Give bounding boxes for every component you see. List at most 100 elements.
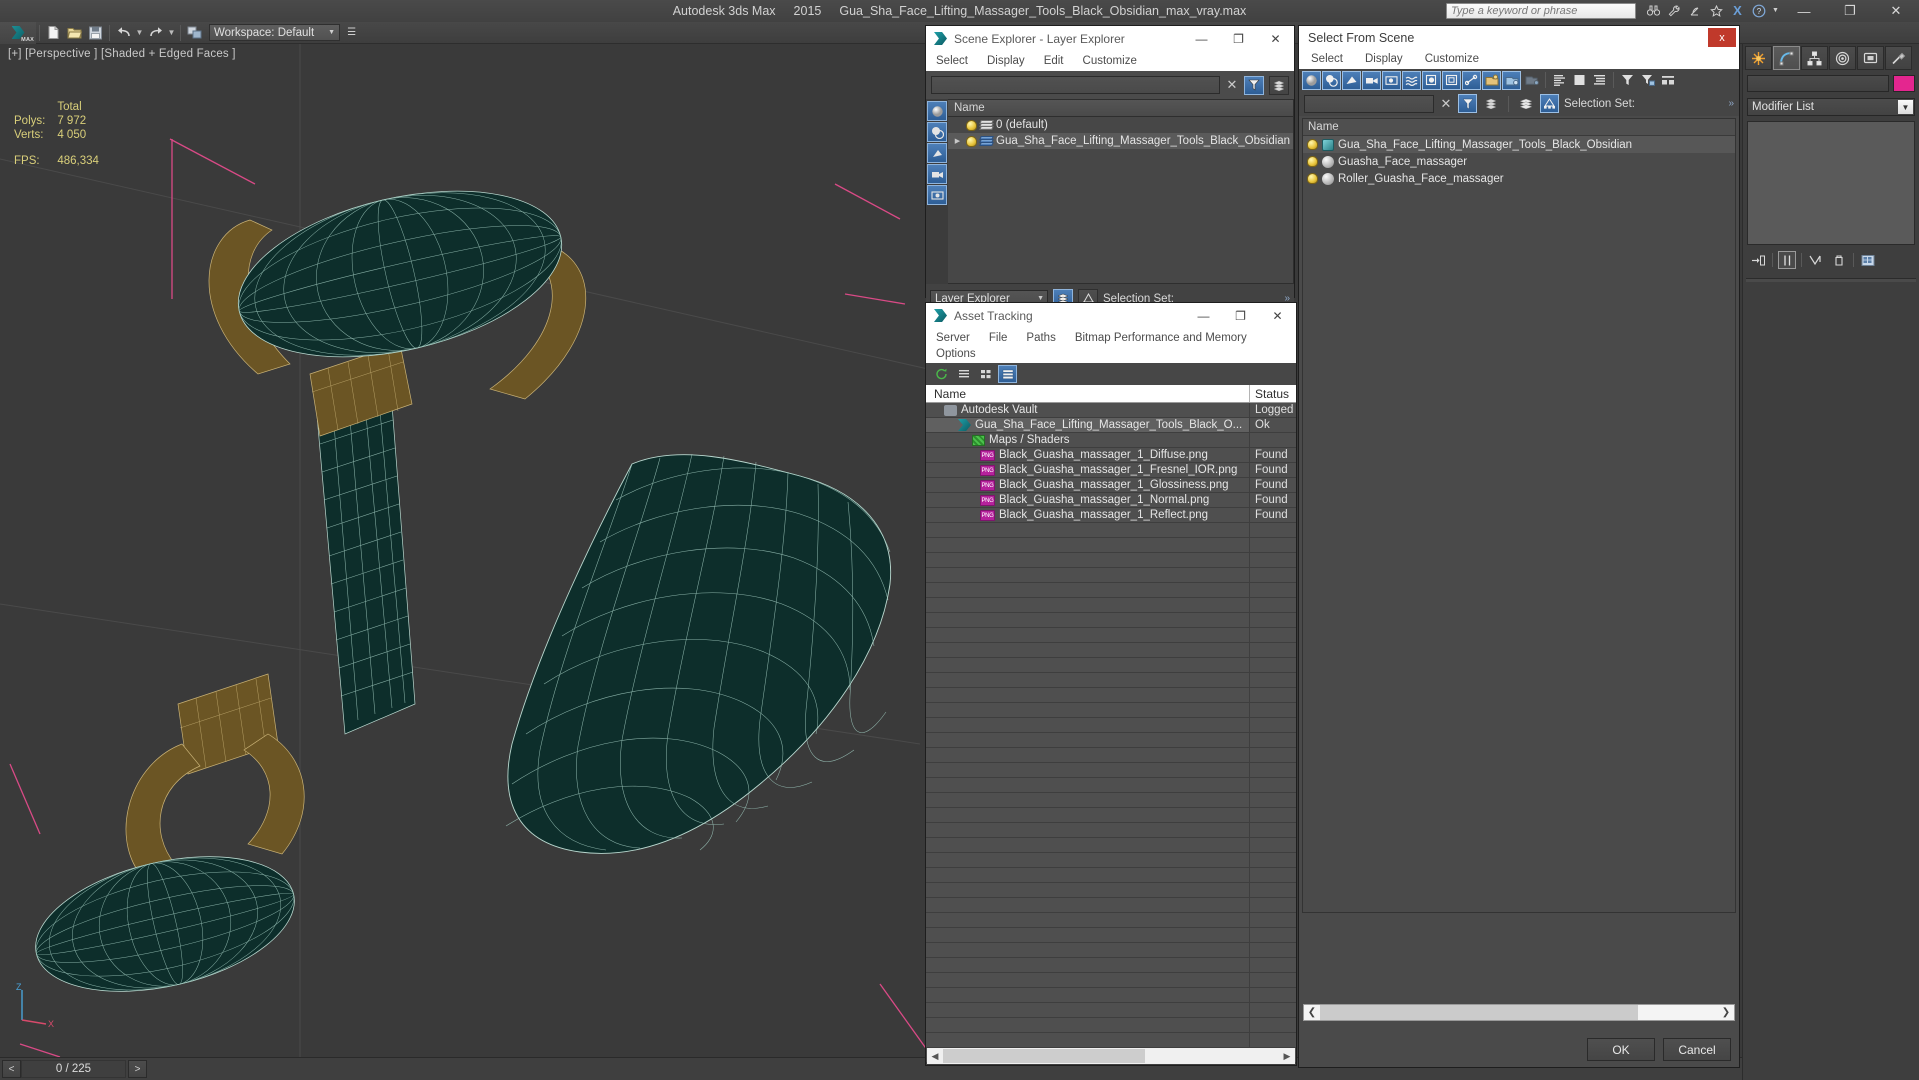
- star-icon[interactable]: [1707, 1, 1726, 20]
- hierarchy-tab[interactable]: [1801, 46, 1828, 70]
- asset-row-empty[interactable]: [926, 958, 1296, 973]
- viewport-label[interactable]: [+] [Perspective ] [Shaded + Edged Faces…: [8, 48, 236, 60]
- display-tab[interactable]: [1857, 46, 1884, 70]
- menu-edit[interactable]: Edit: [1044, 55, 1064, 67]
- layer-row-obsidian[interactable]: ▶ Gua_Sha_Face_Lifting_Massager_Tools_Bl…: [948, 133, 1293, 149]
- display-lights-icon[interactable]: [1342, 70, 1361, 90]
- show-end-result-icon[interactable]: [1778, 251, 1796, 269]
- display-shapes-icon[interactable]: [927, 122, 947, 142]
- asset-row-empty[interactable]: [926, 778, 1296, 793]
- close-button[interactable]: ✕: [1873, 0, 1919, 22]
- list-view-icon[interactable]: [954, 365, 973, 383]
- asset-row[interactable]: PNG Black_Guasha_massager_1_Glossiness.pn…: [926, 478, 1296, 493]
- object-row[interactable]: Guasha_Face_massager: [1303, 153, 1735, 170]
- utilities-tab[interactable]: [1885, 46, 1912, 70]
- filter-settings-icon[interactable]: [1638, 71, 1657, 90]
- tree-view-icon[interactable]: [976, 365, 995, 383]
- scrollbar-thumb[interactable]: [943, 1049, 1145, 1063]
- asset-row[interactable]: Autodesk Vault Logged: [926, 403, 1296, 418]
- menu-paths[interactable]: Paths: [1026, 332, 1055, 344]
- asset-row[interactable]: PNG Black_Guasha_massager_1_Diffuse.png F…: [926, 448, 1296, 463]
- lightbulb-icon[interactable]: [1307, 156, 1318, 167]
- asset-tracking-window[interactable]: Asset Tracking — ❐ ✕ Server File Paths B…: [925, 302, 1297, 1066]
- cancel-button[interactable]: Cancel: [1663, 1038, 1731, 1061]
- asset-row[interactable]: PNG Black_Guasha_massager_1_Reflect.png F…: [926, 508, 1296, 523]
- display-geometry-icon[interactable]: [927, 101, 947, 121]
- satellite-icon[interactable]: [1686, 1, 1705, 20]
- object-row[interactable]: Roller_Guasha_Face_massager: [1303, 170, 1735, 187]
- undo-button[interactable]: [113, 23, 134, 43]
- asset-row-empty[interactable]: [926, 643, 1296, 658]
- asset-row-empty[interactable]: [926, 673, 1296, 688]
- asset-row[interactable]: PNG Black_Guasha_massager_1_Fresnel_IOR.p…: [926, 463, 1296, 478]
- help-icon[interactable]: ?: [1749, 1, 1768, 20]
- display-bones-icon[interactable]: [1462, 70, 1481, 90]
- display-lights-icon[interactable]: [927, 143, 947, 163]
- filter-selected-icon[interactable]: [1458, 94, 1477, 113]
- scroll-left-icon[interactable]: ❮: [1304, 1007, 1320, 1018]
- redo-dropdown-button[interactable]: ▼: [166, 23, 177, 43]
- next-frame-button[interactable]: >: [128, 1060, 147, 1078]
- sort-by-type-icon[interactable]: [1570, 71, 1589, 90]
- asset-tracking-grid[interactable]: Name Status Autodesk Vault Logged Gua_Sh…: [926, 385, 1296, 1063]
- toolbar-overflow-icon[interactable]: [1658, 71, 1677, 90]
- asset-row-empty[interactable]: [926, 973, 1296, 988]
- create-tab[interactable]: [1745, 46, 1772, 70]
- menu-select[interactable]: Select: [936, 55, 968, 67]
- exchange-icon[interactable]: X: [1728, 1, 1747, 20]
- scene-explorer-maximize-button[interactable]: ❐: [1220, 26, 1257, 51]
- menu-file[interactable]: File: [989, 332, 1008, 344]
- select-from-scene-search-input[interactable]: [1304, 94, 1434, 113]
- select-from-scene-object-list[interactable]: Name Gua_Sha_Face_Lifting_Massager_Tools…: [1302, 118, 1736, 913]
- object-name-input[interactable]: [1747, 75, 1889, 92]
- asset-row[interactable]: Maps / Shaders: [926, 433, 1296, 448]
- asset-row-empty[interactable]: [926, 628, 1296, 643]
- asset-row[interactable]: PNG Black_Guasha_massager_1_Normal.png Fo…: [926, 493, 1296, 508]
- select-from-scene-horizontal-scrollbar[interactable]: ❮ ❯: [1303, 1004, 1735, 1021]
- display-shapes-icon[interactable]: [1322, 70, 1341, 90]
- asset-row-empty[interactable]: [926, 823, 1296, 838]
- redo-button[interactable]: [145, 23, 166, 43]
- motion-tab[interactable]: [1829, 46, 1856, 70]
- clear-search-icon[interactable]: ✕: [1439, 96, 1453, 112]
- asset-row-empty[interactable]: [926, 1033, 1296, 1048]
- asset-row[interactable]: Gua_Sha_Face_Lifting_Massager_Tools_Blac…: [926, 418, 1296, 433]
- modifier-stack-list[interactable]: [1747, 121, 1915, 245]
- menu-options[interactable]: Options: [926, 348, 1296, 363]
- maximize-button[interactable]: ❐: [1827, 0, 1873, 22]
- menu-server[interactable]: Server: [936, 332, 970, 344]
- filter-icon[interactable]: [1618, 71, 1637, 90]
- asset-row-empty[interactable]: [926, 703, 1296, 718]
- scene-explorer-column-header[interactable]: Name: [948, 100, 1293, 117]
- display-groups-icon[interactable]: [1422, 70, 1441, 90]
- asset-row-empty[interactable]: [926, 793, 1296, 808]
- chevron-down-icon[interactable]: ▼: [1770, 1, 1781, 20]
- frame-indicator[interactable]: 0 / 225: [21, 1060, 126, 1078]
- asset-row-empty[interactable]: [926, 913, 1296, 928]
- asset-row-empty[interactable]: [926, 538, 1296, 553]
- asset-row-empty[interactable]: [926, 613, 1296, 628]
- asset-row-empty[interactable]: [926, 598, 1296, 613]
- display-helpers-icon[interactable]: [927, 185, 947, 205]
- scrollbar-thumb[interactable]: [1320, 1005, 1639, 1020]
- display-helpers-icon[interactable]: [1382, 70, 1401, 90]
- layer-filter-icon[interactable]: [1269, 75, 1289, 95]
- asset-row-empty[interactable]: [926, 928, 1296, 943]
- layer-row-default[interactable]: 0 (default): [948, 117, 1293, 133]
- grid-view-icon[interactable]: [998, 365, 1017, 383]
- display-xrefs-icon[interactable]: [1442, 70, 1461, 90]
- expand-toggle-icon[interactable]: ▶: [952, 137, 963, 145]
- scrollbar-track[interactable]: [943, 1049, 1279, 1063]
- undo-dropdown-button[interactable]: ▼: [134, 23, 145, 43]
- make-unique-icon[interactable]: [1807, 251, 1825, 269]
- display-frozen-icon[interactable]: [1482, 70, 1501, 90]
- asset-row-empty[interactable]: [926, 688, 1296, 703]
- asset-row-empty[interactable]: [926, 718, 1296, 733]
- layer-stack-icon[interactable]: [1516, 94, 1535, 113]
- selection-set-icon[interactable]: [1540, 94, 1559, 113]
- asset-row-empty[interactable]: [926, 733, 1296, 748]
- layer-filter-icon[interactable]: [1482, 94, 1501, 113]
- asset-row-empty[interactable]: [926, 883, 1296, 898]
- menu-display[interactable]: Display: [987, 55, 1025, 67]
- menu-customize[interactable]: Customize: [1425, 53, 1479, 65]
